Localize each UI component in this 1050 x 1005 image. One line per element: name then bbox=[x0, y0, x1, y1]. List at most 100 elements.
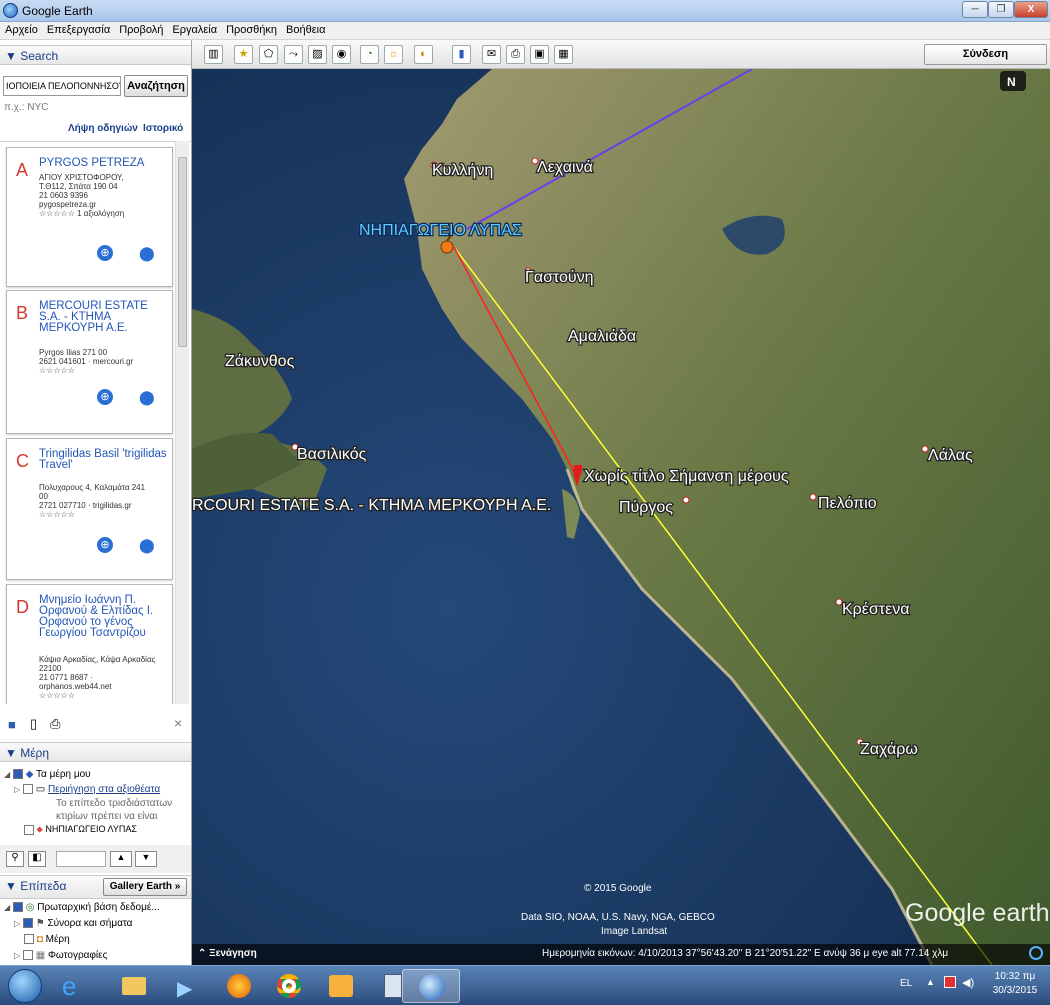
result-address: Κάψια Αρκαδίας, Κάψα Αρκαδίας 22100 21 077… bbox=[39, 655, 156, 700]
menu-add[interactable]: Προσθήκη bbox=[221, 22, 281, 36]
image-overlay-icon[interactable]: ▨ bbox=[308, 45, 327, 64]
historical-imagery-icon[interactable]: ◔ bbox=[360, 45, 379, 64]
results-scrollbar[interactable] bbox=[175, 141, 189, 704]
copy-icon[interactable]: ▯ bbox=[30, 716, 37, 732]
result-item-c[interactable]: C Tringilidas Basil 'trigilidas Travel' … bbox=[6, 438, 173, 580]
website-icon[interactable]: ⊕ bbox=[97, 389, 113, 405]
move-up-icon[interactable]: ▲ bbox=[110, 851, 132, 867]
get-directions-link[interactable]: Λήψη οδηγιών bbox=[68, 123, 138, 134]
placemark-label-untitled[interactable]: Χωρίς τίτλο Σήμανση μέρους bbox=[583, 467, 790, 487]
search-button[interactable]: Αναζήτηση bbox=[124, 75, 188, 97]
streaming-indicator-icon bbox=[1029, 946, 1043, 960]
network-warning-icon[interactable] bbox=[944, 976, 956, 988]
print-results-icon[interactable]: ⎙ bbox=[50, 716, 60, 732]
compass-north-icon[interactable]: N bbox=[1000, 71, 1026, 91]
minimize-button[interactable]: ─ bbox=[962, 1, 988, 18]
clear-results-icon[interactable]: × bbox=[174, 715, 182, 731]
result-item-d[interactable]: D Μνημείο Ιωάννη Π. Ορφανού & Ελπίδας Ι.… bbox=[6, 584, 173, 704]
data-credits: Data SIO, NOAA, U.S. Navy, NGA, GEBCO bbox=[521, 912, 715, 923]
sunlight-icon[interactable]: ☼ bbox=[384, 45, 403, 64]
result-name[interactable]: MERCOURI ESTATE S.A. - ΚΤΗΜΑ ΜΕΡΚΟΥΡΗ Α.… bbox=[39, 300, 169, 334]
layer-item-borders[interactable]: ▷ ⚑ Σύνορα και σήματα bbox=[14, 918, 132, 929]
result-name[interactable]: Tringilidas Basil 'trigilidas Travel' bbox=[39, 448, 169, 471]
save-image-icon[interactable]: ▦ bbox=[554, 45, 573, 64]
layer-item-photos[interactable]: ▷ ▦ Φωτογραφίες bbox=[14, 950, 107, 961]
google-earth-task-icon[interactable] bbox=[402, 969, 460, 1003]
sidebar: ▼ Search ΙΟΠΟΙΕΙΑ ΠΕΛΟΠΟΝΝΗΣΟΥ Αναζήτηση… bbox=[0, 40, 192, 965]
volume-icon[interactable]: ◀) bbox=[962, 976, 974, 989]
move-down-icon[interactable]: ▼ bbox=[135, 851, 157, 867]
layers-panel-header[interactable]: ▼ Επίπεδα Gallery Earth » bbox=[0, 875, 191, 899]
search-input[interactable]: ΙΟΠΟΙΕΙΑ ΠΕΛΟΠΟΝΝΗΣΟΥ bbox=[3, 76, 121, 96]
maps-icon[interactable]: ▣ bbox=[530, 45, 549, 64]
google-earth-app: Google Earth ─ ❐ X Αρχείο Επεξεργασία Προβ… bbox=[0, 0, 1050, 1005]
switch-planet-icon[interactable]: ◐ bbox=[414, 45, 433, 64]
add-path-icon[interactable]: ⤳ bbox=[284, 45, 303, 64]
add-placemark-icon[interactable]: ★ bbox=[234, 45, 253, 64]
map-pin-icon[interactable]: ⬤ bbox=[139, 537, 155, 553]
media-player-icon[interactable]: ▶ bbox=[160, 969, 214, 1003]
file-explorer-icon[interactable] bbox=[106, 969, 160, 1003]
earth-map-view[interactable]: Κυλλήνη Λεχαινά Γαστούνη Αμαλιάδα Ζάκυνθ… bbox=[192, 69, 1050, 965]
places-panel-header[interactable]: ▼ Μέρη bbox=[0, 742, 191, 762]
search-hint: π.χ.: NYC bbox=[4, 102, 49, 113]
menu-file[interactable]: Αρχείο bbox=[0, 22, 42, 36]
scrollbar-thumb[interactable] bbox=[178, 157, 187, 347]
search-results-list: A PYRGOS PETREZA ΑΓΙΟΥ ΧΡΙΣΤΟΦΟΡΟΥ, Τ.Θ11… bbox=[0, 141, 191, 704]
email-icon[interactable]: ✉ bbox=[482, 45, 501, 64]
add-to-places-icon[interactable]: ■ bbox=[8, 717, 16, 732]
title-bar: Google Earth ─ ❐ X bbox=[0, 0, 1050, 22]
result-name[interactable]: PYRGOS PETREZA bbox=[39, 157, 169, 169]
history-link[interactable]: Ιστορικό bbox=[143, 123, 183, 134]
tray-expand-icon[interactable]: ▲ bbox=[926, 977, 935, 987]
messenger-icon[interactable] bbox=[314, 969, 368, 1003]
sidebar-toggle-icon[interactable]: ▥ bbox=[204, 45, 223, 64]
copyright-text: © 2015 Google bbox=[584, 883, 652, 894]
menu-help[interactable]: Βοήθεια bbox=[281, 22, 329, 36]
website-icon[interactable]: ⊕ bbox=[97, 537, 113, 553]
layer-item-places[interactable]: ◘ Μέρη bbox=[24, 934, 70, 945]
place-label-lechaina: Λεχαινά bbox=[537, 159, 593, 176]
imagery-credit: Image Landsat bbox=[601, 926, 667, 937]
map-pin-icon[interactable]: ⬤ bbox=[139, 245, 155, 261]
gallery-earth-button[interactable]: Gallery Earth » bbox=[103, 878, 187, 896]
sign-in-button[interactable]: Σύνδεση bbox=[924, 44, 1047, 65]
result-item-a[interactable]: A PYRGOS PETREZA ΑΓΙΟΥ ΧΡΙΣΤΟΦΟΡΟΥ, Τ.Θ11… bbox=[6, 147, 173, 287]
search-places-icon[interactable]: ⚲ bbox=[6, 851, 24, 867]
close-button[interactable]: X bbox=[1014, 1, 1048, 18]
place-label-lalas: Λάλας bbox=[928, 447, 973, 464]
menu-tools[interactable]: Εργαλεία bbox=[167, 22, 221, 36]
menu-edit[interactable]: Επεξεργασία bbox=[42, 22, 114, 36]
website-icon[interactable]: ⊕ bbox=[97, 245, 113, 261]
chrome-icon[interactable] bbox=[262, 969, 316, 1003]
internet-explorer-icon[interactable]: e bbox=[48, 969, 102, 1003]
result-item-b[interactable]: B MERCOURI ESTATE S.A. - ΚΤΗΜΑ ΜΕΡΚΟΥΡΗ … bbox=[6, 290, 173, 434]
result-name[interactable]: Μνημείο Ιωάννη Π. Ορφανού & Ελπίδας Ι. Ο… bbox=[39, 594, 169, 639]
place-label-vasilikos: Βασιλικός bbox=[297, 446, 367, 463]
panel-toggle-icon[interactable]: ◧ bbox=[28, 851, 46, 867]
places-filter-input[interactable] bbox=[56, 851, 106, 867]
result-address: Pyrgos Ilias 271 00 2621 041601 · mercour… bbox=[39, 348, 134, 375]
print-icon[interactable]: ⎙ bbox=[506, 45, 525, 64]
windows-taskbar: e ▶ EL ▲ ◀) 10:32 πμ 30/3/2015 bbox=[0, 965, 1050, 1005]
ruler-icon[interactable]: ▮ bbox=[452, 45, 471, 64]
start-button[interactable] bbox=[8, 969, 42, 1003]
places-item-my-places[interactable]: ◢ ◆ Τα μέρη μου bbox=[4, 769, 91, 780]
search-panel-header[interactable]: ▼ Search bbox=[0, 45, 191, 65]
menu-view[interactable]: Προβολή bbox=[114, 22, 167, 36]
map-pin-icon[interactable]: ⬤ bbox=[139, 389, 155, 405]
layer-item-primary[interactable]: ◢ ◎ Πρωταρχική βάση δεδομέ... bbox=[4, 902, 160, 913]
placemark-label-mercouri[interactable]: RCOURI ESTATE S.A. - ΚΤΗΜΑ ΜΕΡΚΟΥΡΗ Α.Ε. bbox=[192, 496, 553, 516]
language-indicator[interactable]: EL bbox=[900, 978, 912, 989]
maximize-button[interactable]: ❐ bbox=[988, 1, 1014, 18]
tour-button[interactable]: ⌃ Ξενάγηση bbox=[198, 948, 257, 959]
places-item-placemark[interactable]: ⬥ ΝΗΠΙΑΓΩΓΕΙΟ ΛΥΠΑΣ bbox=[24, 824, 137, 835]
taskbar-clock[interactable]: 10:32 πμ 30/3/2015 bbox=[982, 970, 1048, 998]
firefox-icon[interactable] bbox=[212, 969, 266, 1003]
placemark-label-nipiagogeio[interactable]: ΝΗΠΙΑΓΩΓΕΙΟ ΛΥΠΑΣ bbox=[358, 221, 523, 240]
add-polygon-icon[interactable]: ⬠ bbox=[259, 45, 278, 64]
places-item-sightseeing[interactable]: ▷ ▭ Περιήγηση στα αξιοθέατα bbox=[14, 784, 160, 795]
record-tour-icon[interactable]: ◉ bbox=[332, 45, 351, 64]
results-actions: ■ ▯ ⎙ × bbox=[0, 710, 191, 738]
town-dot bbox=[682, 496, 690, 504]
